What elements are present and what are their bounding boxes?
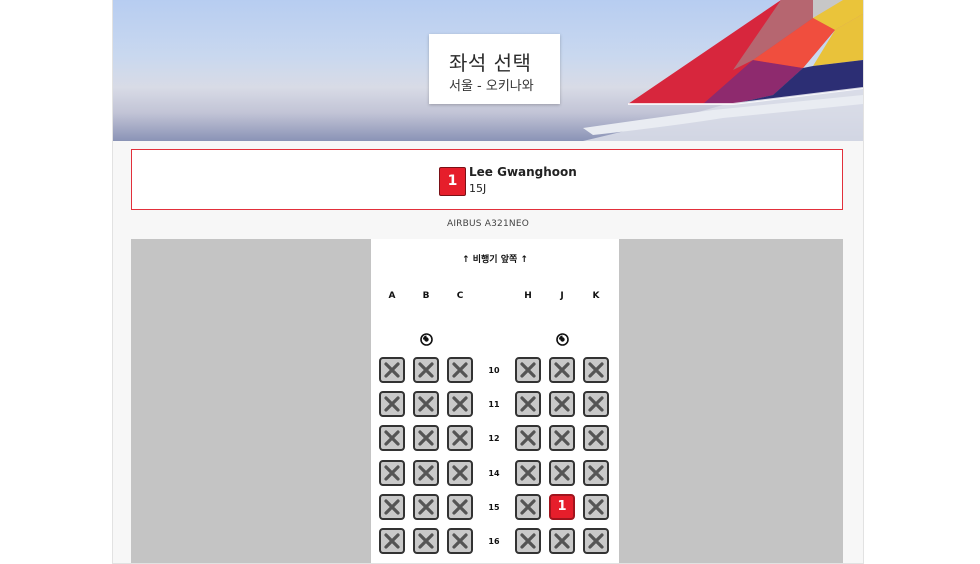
unavailable-x-icon	[384, 396, 400, 412]
seat-12a[interactable]	[379, 425, 405, 452]
row-number: 16	[488, 537, 500, 546]
unavailable-x-icon	[554, 464, 570, 481]
unavailable-x-icon	[520, 362, 536, 378]
column-label-j: J	[560, 291, 564, 301]
unavailable-x-icon	[384, 533, 400, 549]
seat-11j[interactable]	[549, 391, 575, 418]
unavailable-x-icon	[588, 430, 604, 446]
unavailable-x-icon	[554, 430, 570, 446]
unavailable-x-icon	[520, 533, 536, 549]
unavailable-x-icon	[452, 464, 468, 481]
seat-16j[interactable]	[549, 528, 575, 554]
seat-15b[interactable]	[413, 493, 439, 520]
passenger-number-badge: 1	[439, 167, 466, 196]
seat-14j[interactable]	[549, 459, 575, 486]
unavailable-x-icon	[452, 430, 468, 446]
unavailable-x-icon	[384, 464, 400, 481]
route-label: 서울 - 오키나와	[449, 79, 534, 94]
title-card: 좌석 선택 서울 - 오키나와	[429, 34, 560, 104]
unavailable-x-icon	[452, 396, 468, 412]
exit-row-icon	[556, 331, 569, 346]
aircraft-type: AIRBUS A321NEO	[446, 219, 530, 229]
seat-10k[interactable]	[583, 357, 609, 383]
seat-11k[interactable]	[583, 391, 609, 418]
unavailable-x-icon	[520, 499, 536, 515]
passenger-card[interactable]: 1 Lee Gwanghoon 15J	[131, 149, 843, 210]
seat-11c[interactable]	[447, 391, 473, 418]
seat-10j[interactable]	[549, 357, 575, 383]
unavailable-x-icon	[520, 396, 536, 412]
unavailable-x-icon	[418, 396, 434, 412]
cabin-layout: ↑ 비행기 앞쪽 ↑ A B C H J K 10 11 12 14 15 1 16	[371, 239, 619, 563]
seat-11h[interactable]	[515, 391, 541, 418]
seat-selection-page: 좌석 선택 서울 - 오키나와 1 Lee Gwanghoon 15J AIRB…	[112, 0, 864, 564]
unavailable-x-icon	[554, 533, 570, 549]
unavailable-x-icon	[588, 499, 604, 515]
seat-16a[interactable]	[379, 528, 405, 554]
seat-12b[interactable]	[413, 425, 439, 452]
seat-10h[interactable]	[515, 357, 541, 383]
column-label-b: B	[422, 291, 430, 301]
unavailable-x-icon	[384, 430, 400, 446]
passenger-seat: 15J	[469, 182, 487, 195]
seat-16b[interactable]	[413, 528, 439, 554]
row-number: 10	[488, 366, 500, 375]
unavailable-x-icon	[418, 533, 434, 549]
exit-row-icon	[420, 331, 433, 346]
unavailable-x-icon	[452, 362, 468, 378]
unavailable-x-icon	[588, 396, 604, 412]
seat-11b[interactable]	[413, 391, 439, 418]
unavailable-x-icon	[588, 362, 604, 378]
seat-10a[interactable]	[379, 357, 405, 383]
seat-15k[interactable]	[583, 493, 609, 520]
seat-14b[interactable]	[413, 459, 439, 486]
unavailable-x-icon	[384, 362, 400, 378]
row-number: 11	[488, 400, 500, 410]
header-banner: 좌석 선택 서울 - 오키나와	[113, 0, 863, 141]
seat-16h[interactable]	[515, 528, 541, 554]
seat-14c[interactable]	[447, 459, 473, 486]
unavailable-x-icon	[554, 396, 570, 412]
column-label-k: K	[592, 291, 600, 301]
seat-16k[interactable]	[583, 528, 609, 554]
unavailable-x-icon	[418, 499, 434, 515]
page-title: 좌석 선택	[449, 51, 532, 75]
seat-10b[interactable]	[413, 357, 439, 383]
plane-front-label: ↑ 비행기 앞쪽 ↑	[462, 255, 528, 265]
unavailable-x-icon	[418, 430, 434, 446]
seat-16c[interactable]	[447, 528, 473, 554]
row-number: 15	[488, 502, 500, 512]
unavailable-x-icon	[588, 533, 604, 549]
unavailable-x-icon	[520, 464, 536, 481]
unavailable-x-icon	[588, 464, 604, 481]
unavailable-x-icon	[554, 362, 570, 378]
seat-15j[interactable]: 1	[549, 493, 575, 520]
seat-14a[interactable]	[379, 459, 405, 486]
seat-12h[interactable]	[515, 425, 541, 452]
seat-map: ↑ 비행기 앞쪽 ↑ A B C H J K 10 11 12 14 15 1 16	[131, 239, 843, 563]
column-label-h: H	[524, 291, 532, 301]
unavailable-x-icon	[418, 464, 434, 481]
seat-14h[interactable]	[515, 459, 541, 486]
seat-10c[interactable]	[447, 357, 473, 383]
unavailable-x-icon	[520, 430, 536, 446]
unavailable-x-icon	[418, 362, 434, 378]
seat-15a[interactable]	[379, 493, 405, 520]
seat-12k[interactable]	[583, 425, 609, 452]
column-label-c: C	[456, 291, 464, 301]
seat-12c[interactable]	[447, 425, 473, 452]
row-number: 12	[488, 434, 500, 444]
seat-11a[interactable]	[379, 391, 405, 418]
unavailable-x-icon	[452, 499, 468, 515]
seat-15c[interactable]	[447, 493, 473, 520]
unavailable-x-icon	[384, 499, 400, 515]
seat-14k[interactable]	[583, 459, 609, 486]
passenger-name: Lee Gwanghoon	[469, 165, 577, 179]
row-number: 14	[488, 468, 500, 478]
column-label-a: A	[388, 291, 396, 301]
seat-15h[interactable]	[515, 493, 541, 520]
seat-12j[interactable]	[549, 425, 575, 452]
unavailable-x-icon	[452, 533, 468, 549]
